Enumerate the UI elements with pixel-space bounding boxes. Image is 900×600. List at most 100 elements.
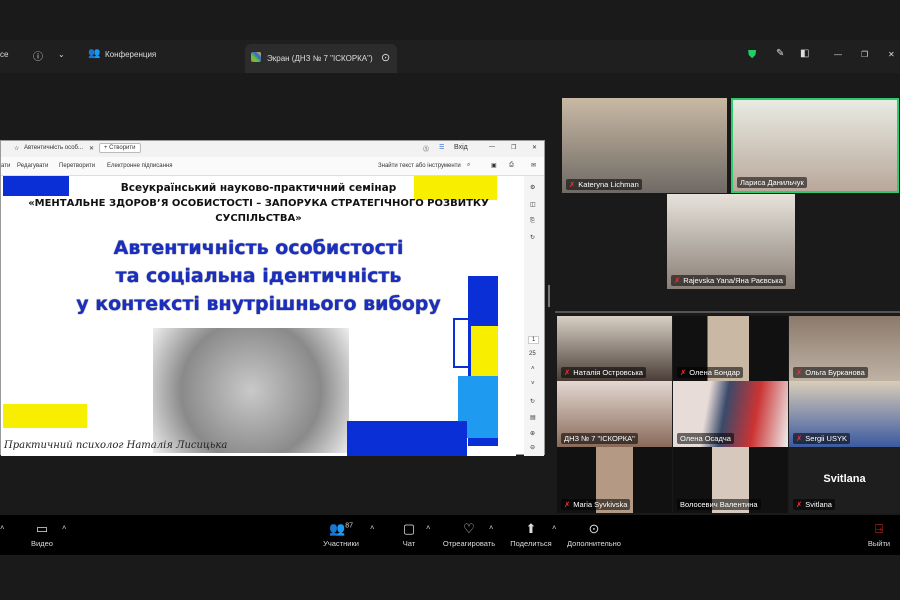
notifications-icon[interactable]: ☰ <box>439 144 444 151</box>
share-chevron[interactable]: ˄ <box>552 523 556 532</box>
video-tile[interactable]: ✗ Sergii USYK <box>789 381 900 447</box>
slide-title-line3: у контексті внутрішнього вибору <box>76 293 441 315</box>
close-icon[interactable]: ✕ <box>888 50 895 59</box>
leave-icon: ⍈ <box>875 521 883 536</box>
chevron-down-icon[interactable]: ⌄ <box>58 50 65 59</box>
yellow-block-left <box>3 404 87 428</box>
search-tools-input[interactable]: Знайти текст або інструменти <box>378 163 461 169</box>
participant-name: ✗ Kateryna Lichman <box>566 179 642 190</box>
blue-block-bottom <box>347 421 467 456</box>
acrobat-tools-sidebar: ⚙ ◫ ⎘ ↻ 1 25 ˄ ˅ ↻ ▤ ⊕ ⊖ <box>524 176 544 456</box>
print-icon[interactable]: ⎙ <box>509 162 514 169</box>
browser-restore-icon[interactable]: ❐ <box>511 144 516 151</box>
shared-screen: ☆ Автентичність особ... ✕ + Створити ⓵ ☰… <box>0 140 545 456</box>
acrobat-menu-bar: ати Редагувати Перетворити Електронне пі… <box>1 157 544 176</box>
more-icon: ⊙ <box>588 521 600 536</box>
video-tile[interactable]: ✗ Олена Бондар <box>673 316 788 381</box>
illustration-image <box>153 328 349 453</box>
video-options-chevron[interactable]: ˄ <box>62 523 66 532</box>
conference-tab[interactable]: Конференция <box>105 50 156 59</box>
video-tile[interactable]: ✗ Maria Syvkivska <box>557 447 672 513</box>
panel-divider <box>555 311 900 313</box>
participant-name: Олена Осадча <box>677 433 734 444</box>
participant-name: ✗ Rajevska Yana/Яна Раєвська <box>671 275 786 286</box>
participant-name: ✗ Maria Syvkivska <box>561 499 631 510</box>
participant-name: ✗ Олена Бондар <box>677 367 743 378</box>
tab-close-icon[interactable]: ✕ <box>89 145 94 152</box>
more-button[interactable]: ⊙ Дополнительно <box>564 521 624 548</box>
menu-item[interactable]: ати <box>1 163 10 169</box>
page-number-input[interactable]: 1 <box>528 336 540 344</box>
participant-name: ✗ Ольга Бурканова <box>793 367 868 378</box>
mail-icon[interactable]: ✉ <box>531 162 536 169</box>
restore-icon[interactable]: ❐ <box>861 50 868 59</box>
copy-icon[interactable]: ⎘ <box>530 218 535 225</box>
video-button[interactable]: ▭ Видео <box>28 521 56 548</box>
menu-item-esign[interactable]: Електронне підписання <box>107 163 172 169</box>
slide-title-line1: Автентичність особистості <box>113 237 404 259</box>
video-tile-no-video[interactable]: Svitlana ✗ Svitlana <box>789 447 900 513</box>
minimize-icon[interactable]: — <box>834 50 842 59</box>
participants-chevron[interactable]: ˄ <box>370 523 374 532</box>
mic-muted-icon: ✗ <box>569 180 576 189</box>
save-icon[interactable]: ▣ <box>491 162 497 169</box>
page-down-icon[interactable]: ˅ <box>531 381 535 387</box>
browser-minimize-icon[interactable]: — <box>489 144 495 150</box>
signin-button[interactable]: Вхід <box>454 144 468 151</box>
video-tile[interactable]: Олена Осадча <box>673 381 788 447</box>
video-tile[interactable]: ДНЗ № 7 "ІСКОРКА" <box>557 381 672 447</box>
author-signature: Практичний психолог Наталія Лисицька <box>4 440 228 451</box>
chat-chevron[interactable]: ˄ <box>426 523 430 532</box>
participant-name: Лариса Данильчук <box>737 177 807 188</box>
browser-close-icon[interactable]: ✕ <box>532 144 537 151</box>
panel-resize-handle[interactable] <box>548 285 550 307</box>
pen-icon[interactable]: ✎ <box>776 48 784 59</box>
mic-muted-icon: ✗ <box>564 500 571 509</box>
menu-item-edit[interactable]: Редагувати <box>17 163 48 169</box>
video-camera-icon: ▭ <box>35 521 49 536</box>
video-tile[interactable]: ✗ Ольга Бурканова <box>789 316 900 381</box>
react-chevron[interactable]: ˄ <box>489 523 493 532</box>
help-icon[interactable]: ⓵ <box>423 144 429 153</box>
chat-icon: ▢ <box>402 521 416 536</box>
mic-muted-icon: ✗ <box>674 276 681 285</box>
video-tile[interactable]: ✗ Rajevska Yana/Яна Раєвська <box>667 194 795 289</box>
mic-muted-icon: ✗ <box>796 368 803 377</box>
shield-icon[interactable]: ⛊ <box>748 49 756 62</box>
video-tile-active-speaker[interactable]: Лариса Данильчук <box>731 98 899 193</box>
menu-item-convert[interactable]: Перетворити <box>59 163 95 169</box>
meeting-toolbar: ˄ ▭ Видео ˄ 👥87 Участники ˄ ▢ Чат ˄ ♡ Отреаг… <box>0 515 900 555</box>
participant-name: ✗ Наталія Островська <box>561 367 646 378</box>
search-icon[interactable]: ⌕ <box>467 162 470 169</box>
browser-tab-bar: ☆ Автентичність особ... ✕ + Створити ⓵ ☰… <box>1 141 544 157</box>
video-tile[interactable]: Волосевич Валентина <box>673 447 788 513</box>
create-button[interactable]: + Створити <box>99 143 141 153</box>
tool-icon[interactable]: ⚙ <box>530 184 535 191</box>
tool-icon[interactable]: ◫ <box>530 201 536 208</box>
info-icon[interactable]: ⓘ <box>33 48 43 63</box>
share-button[interactable]: ⬆ Поделиться <box>508 521 554 548</box>
screen-share-tab[interactable]: Экран (ДНЗ № 7 "ІСКОРКА") ⊙ <box>245 44 397 73</box>
participant-name: Волосевич Валентина <box>677 499 761 510</box>
refresh-icon[interactable]: ↻ <box>530 398 535 405</box>
chat-button[interactable]: ▢ Чат <box>398 521 420 548</box>
participant-name: ✗ Svitlana <box>793 499 835 510</box>
zoom-in-icon[interactable]: ⊕ <box>530 430 535 437</box>
video-tile[interactable]: ✗ Kateryna Lichman <box>562 98 727 193</box>
leave-button[interactable]: ⍈ Выйти <box>866 521 892 548</box>
zoom-out-icon[interactable]: ⊖ <box>530 444 535 451</box>
layout-icon[interactable]: ◧ <box>800 48 809 59</box>
page-up-icon[interactable]: ˄ <box>531 366 535 372</box>
audio-options-chevron[interactable]: ˄ <box>0 523 4 532</box>
more-options-icon[interactable]: ⊙ <box>381 51 390 64</box>
seminar-name: «МЕНТАЛЬНЕ ЗДОРОВ’Я ОСОБИСТОСТІ – ЗАПОРУ… <box>28 198 489 209</box>
participants-button[interactable]: 👥87 Участники <box>318 521 364 548</box>
presentation-slide: Всеукраїнський науково-практичний семіна… <box>1 176 516 456</box>
browser-tab[interactable]: Автентичність особ... <box>24 145 83 151</box>
tool-icon[interactable]: ↻ <box>530 234 535 241</box>
document-icon[interactable]: ▤ <box>530 414 536 421</box>
page-total: 25 <box>529 351 536 357</box>
seminar-subtitle: Всеукраїнський науково-практичний семіна… <box>120 182 397 194</box>
participants-icon: 👥87 <box>329 521 353 536</box>
video-tile[interactable]: ✗ Наталія Островська <box>557 316 672 381</box>
